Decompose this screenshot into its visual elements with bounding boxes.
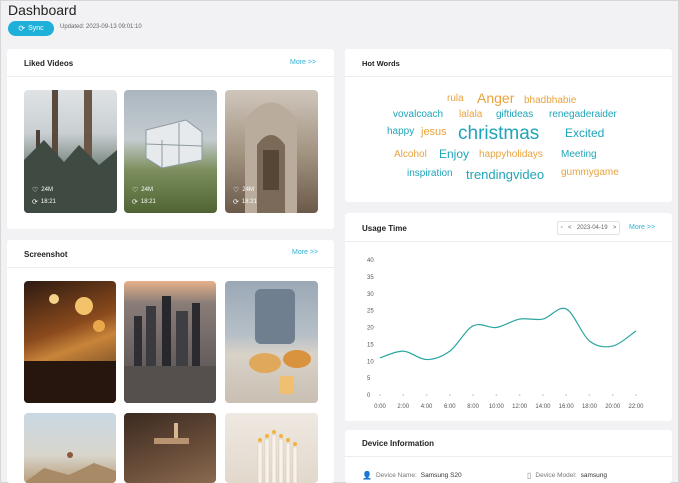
- screenshot-balloon[interactable]: [24, 413, 116, 483]
- date-value: 2023-04-19: [576, 225, 608, 231]
- hot-word: christmas: [458, 123, 540, 144]
- divider: [345, 76, 672, 77]
- video-likes: ♡ 24M: [132, 187, 153, 194]
- food-picture: [249, 289, 311, 394]
- usage-time-more-link[interactable]: More >>: [629, 224, 655, 231]
- hot-word: renegaderaider: [549, 109, 617, 120]
- hot-word: rula: [447, 93, 464, 104]
- hot-word: Alcohol: [394, 149, 427, 160]
- usage-time-title: Usage Time: [362, 224, 407, 233]
- hot-word: gummygame: [561, 167, 619, 178]
- updated-timestamp: Updated: 2023-09-13 09:01:10: [60, 24, 142, 30]
- prev-date-button[interactable]: <: [568, 225, 572, 231]
- hot-words-title: Hot Words: [362, 59, 400, 68]
- refresh-icon: ⟳: [132, 199, 138, 206]
- hot-word: happyholidays: [479, 149, 543, 160]
- hot-word: vovalcoach: [393, 109, 444, 120]
- liked-videos-more-link[interactable]: More >>: [290, 59, 316, 66]
- sync-button[interactable]: ⟳ Sync: [8, 21, 54, 36]
- calendar-icon: ▫: [560, 225, 563, 231]
- divider: [345, 456, 672, 457]
- hot-word: Anger: [477, 90, 515, 106]
- hot-word: happy: [387, 126, 415, 137]
- city-picture: [124, 296, 216, 403]
- screenshot-food[interactable]: [225, 281, 318, 403]
- video-date: ⟳ 18:21: [32, 199, 56, 206]
- sync-label: Sync: [28, 25, 44, 32]
- forest-picture: [24, 90, 117, 213]
- video-date: ⟳ 18:21: [132, 199, 156, 206]
- hot-word: lalala: [459, 109, 483, 120]
- screenshot-more-link[interactable]: More >>: [292, 249, 318, 256]
- screenshot-interior[interactable]: [124, 413, 216, 483]
- screenshot-market[interactable]: [24, 281, 116, 403]
- hot-word: Enjoy: [439, 147, 470, 161]
- refresh-icon: ⟳: [32, 199, 38, 206]
- screenshot-card: Screenshot More >>: [7, 240, 334, 483]
- glass-house-picture: [145, 119, 203, 169]
- divider: [7, 76, 334, 77]
- video-date: ⟳ 18:21: [233, 199, 257, 206]
- usage-time-card: Usage Time More >>: [345, 213, 672, 421]
- candles-picture: [257, 430, 298, 483]
- device-name-label: Device Name:: [375, 472, 417, 479]
- hot-word: Excited: [565, 126, 605, 140]
- cathedral-picture: [245, 102, 297, 213]
- heart-icon: ♡: [132, 187, 139, 194]
- hot-word: giftideas: [496, 109, 534, 120]
- device-model-label: Device Model:: [535, 472, 577, 479]
- hot-word: trendingvideo: [466, 167, 545, 182]
- next-date-button[interactable]: >: [613, 225, 617, 231]
- page-title: Dashboard: [8, 2, 77, 18]
- device-name-row: 👤 Device Name: Samsung S20: [362, 471, 462, 480]
- device-info-title: Device Information: [362, 439, 435, 448]
- liked-videos-card: Liked Videos More >> ♡ 24M ⟳ 18:21 ♡ 24M ⟳ 1…: [7, 49, 334, 229]
- liked-videos-title: Liked Videos: [24, 59, 74, 68]
- video-thumbnail-cathedral[interactable]: ♡ 24M ⟳ 18:21: [225, 90, 318, 213]
- market-picture: [24, 294, 116, 403]
- video-thumbnail-forest[interactable]: ♡ 24M ⟳ 18:21: [24, 90, 117, 213]
- video-likes: ♡ 24M: [32, 187, 53, 194]
- device-model-value: samsung: [580, 472, 607, 479]
- screenshot-title: Screenshot: [24, 250, 68, 259]
- hot-word: Meeting: [561, 149, 597, 160]
- screenshot-candles[interactable]: [225, 413, 318, 483]
- hot-word: bhadbhabie: [524, 95, 577, 106]
- device-model-row: ▯ Device Model: samsung: [527, 471, 607, 480]
- date-picker[interactable]: ▫ < 2023-04-19 >: [557, 221, 620, 235]
- video-thumbnail-glass-house[interactable]: ♡ 24M ⟳ 18:21: [124, 90, 217, 213]
- hot-word: inspiration: [407, 168, 453, 179]
- balloon-picture: [24, 452, 116, 483]
- heart-icon: ♡: [32, 187, 39, 194]
- divider: [345, 241, 672, 242]
- hot-word: jesus: [421, 126, 447, 138]
- divider: [7, 267, 334, 268]
- user-icon: 👤: [362, 471, 372, 480]
- video-likes: ♡ 24M: [233, 187, 254, 194]
- sync-icon: ⟳: [18, 23, 26, 33]
- phone-icon: ▯: [527, 471, 532, 480]
- device-name-value: Samsung S20: [420, 472, 462, 479]
- heart-icon: ♡: [233, 187, 240, 194]
- interior-picture: [154, 423, 189, 444]
- screenshot-city[interactable]: [124, 281, 216, 403]
- refresh-icon: ⟳: [233, 199, 239, 206]
